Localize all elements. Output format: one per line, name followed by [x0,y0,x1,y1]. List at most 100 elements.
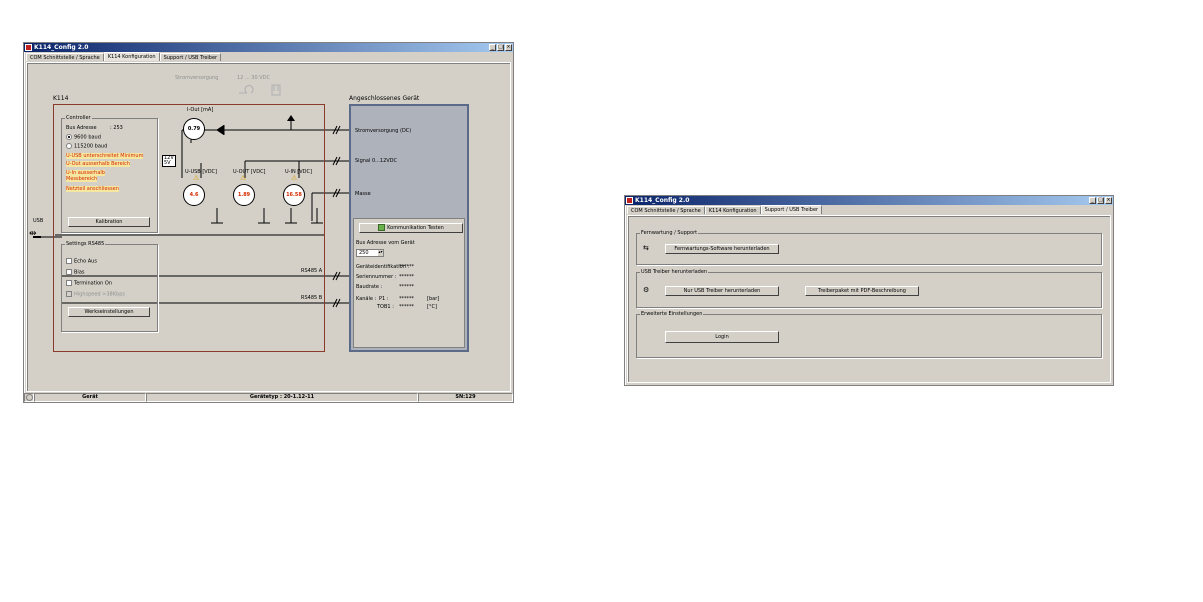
device-frame: Stromversorgung (DC) Signal 0...12VDC Ma… [349,104,469,352]
termination-checkbox[interactable]: Termination On [66,280,112,287]
tab-panel: Fernwartung / Support ⇆ Fernwartungs-Sof… [627,215,1111,383]
spinner-icon[interactable]: ▴▾ [378,250,383,256]
radio-selected-icon [66,134,72,140]
k114-label: K114 [53,95,69,102]
k114-config-window: K114_Config 2.0 _ □ × COM Schnittstelle … [23,42,514,403]
channel-1-name: P1 : [379,296,389,302]
serial-value: ****** [399,274,414,280]
tab-k114-config[interactable]: K114 Konfiguration [704,206,761,214]
tab-com[interactable]: COM Schnittstelle / Sprache [26,53,104,61]
driver-package-button[interactable]: Treiberpaket mit PDF-Beschreibung [805,286,919,296]
channel-1-value: ****** [399,296,414,302]
warning-usb-min: U-USB unterschreitet Minimum [66,153,144,159]
device-label: Angeschlossenes Gerät [349,95,420,102]
usb-label: USB [33,218,44,224]
advanced-settings-group: Erweiterte Einstellungen Login [636,311,1102,358]
uout-label: U-OUT [VDC] [233,169,266,175]
device-info-panel [353,218,465,348]
device-bus-address-input[interactable]: 250 ▴▾ [356,249,384,257]
channel-2-unit: [°C] [427,304,437,310]
echo-off-checkbox[interactable]: Echo Aus [66,258,97,265]
warning-measuring-range: Messbereich [66,176,98,182]
status-serial: SN:129 [418,393,513,402]
tab-k114-config[interactable]: K114 Konfiguration [103,52,160,61]
app-icon [626,197,633,204]
highspeed-label: Highspeed >38Kbps [74,291,125,298]
highspeed-checkbox[interactable]: Highspeed >38Kbps [66,291,125,298]
device-signal-label: Signal 0...12VDC [355,158,398,164]
baud-9600-radio[interactable]: 9600 baud [66,134,101,141]
status-icon [24,393,34,402]
uout-warning-icon: ⚠ [240,174,247,182]
window-title: K114_Config 2.0 [635,197,690,204]
remote-support-title: Fernwartung / Support [640,230,699,236]
close-button[interactable]: × [505,44,512,51]
iout-gauge: 0.79 [183,118,205,140]
status-device: Gerät [34,393,146,402]
status-bar: Gerät Gerätetyp : 20-1.12-11 SN:129 [24,393,513,402]
bias-checkbox[interactable]: Bias [66,269,85,276]
device-ground-label: Masse [355,191,371,197]
channel-2-value: ****** [399,304,414,310]
tab-com[interactable]: COM Schnittstelle / Sprache [627,206,705,214]
iout-label: I-Out [mA] [187,107,214,113]
usb-driver-icon: ⚙ [643,286,650,294]
checkbox-icon [66,269,72,275]
bus-address-value: : 253 [110,125,123,131]
identification-value: ****** [399,264,414,270]
uin-gauge: 16.58 [283,184,305,206]
voltage-switch[interactable]: 12V 5V [162,155,176,167]
test-communication-button[interactable]: Kommunikation Testen [359,223,463,233]
test-icon [378,224,386,231]
channel-2-name: TOB1 : [377,304,394,310]
usb-icon: ⇹ [29,229,37,239]
device-bus-address-value: 250 [359,250,369,256]
remote-software-download-button[interactable]: Fernwartungs-Software herunterladen [665,244,779,254]
uin-warning-icon: ⚠ [291,174,298,182]
radio-icon [66,143,72,149]
echo-off-label: Echo Aus [74,258,97,265]
factory-settings-button[interactable]: Werkseinstellungen [68,307,150,317]
maximize-button[interactable]: □ [497,44,504,51]
termination-label: Termination On [74,280,113,287]
bus-address-label: Bus Adresse [66,125,97,131]
switch-5v-label: 5V [164,160,171,166]
checkbox-icon [66,258,72,264]
channels-label: Kanäle : [356,296,377,302]
baud-115200-radio[interactable]: 115200 baud [66,143,107,150]
baud-9600-label: 9600 baud [74,134,101,141]
rs485-group: Settings RS485 Echo Aus Bias Termination… [61,241,158,332]
baud-label: Baudrate : [356,284,383,290]
tab-bar: COM Schnittstelle / Sprache K114 Konfigu… [26,52,222,61]
minimize-button[interactable]: _ [489,44,496,51]
calibration-button[interactable]: Kalibration [68,217,150,227]
controller-group: Controller Bus Adresse : 253 9600 baud 1… [61,115,158,233]
uout-gauge: 1.89 [233,184,255,206]
usb-driver-title: USB Treiber herunterladen [640,269,709,275]
window-title: K114_Config 2.0 [34,44,89,51]
baud-value: ****** [399,284,414,290]
warning-uout-range: U-Out ausserhalb Bereich [66,161,130,167]
checkbox-icon [66,280,72,286]
usb-driver-only-button[interactable]: Nur USB Treiber herunterladen [665,286,779,296]
advanced-settings-title: Erweiterte Einstellungen [640,311,704,317]
maximize-button[interactable]: □ [1097,197,1104,204]
tab-support[interactable]: Support / USB Treiber [760,205,823,214]
close-button[interactable]: × [1105,197,1112,204]
usb-driver-group: USB Treiber herunterladen ⚙ Nur USB Trei… [636,269,1102,308]
support-window: K114_Config 2.0 _ □ × COM Schnittstelle … [624,195,1114,386]
title-bar[interactable]: K114_Config 2.0 _ □ × [24,43,513,52]
remote-support-group: Fernwartung / Support ⇆ Fernwartungs-Sof… [636,230,1102,265]
serial-label: Seriennummer : [356,274,397,280]
login-button[interactable]: Login [665,331,779,343]
tab-support[interactable]: Support / USB Treiber [159,53,222,61]
remote-support-icon: ⇆ [643,244,649,252]
bias-label: Bias [74,269,85,276]
uusb-label: U-USB [VDC] [185,169,217,175]
test-communication-label: Kommunikation Testen [387,225,444,231]
title-bar[interactable]: K114_Config 2.0 _ □ × [625,196,1113,205]
baud-115200-label: 115200 baud [74,143,108,150]
controller-title: Controller [65,115,92,121]
uin-label: U-IN [VDC] [285,169,312,175]
minimize-button[interactable]: _ [1089,197,1096,204]
